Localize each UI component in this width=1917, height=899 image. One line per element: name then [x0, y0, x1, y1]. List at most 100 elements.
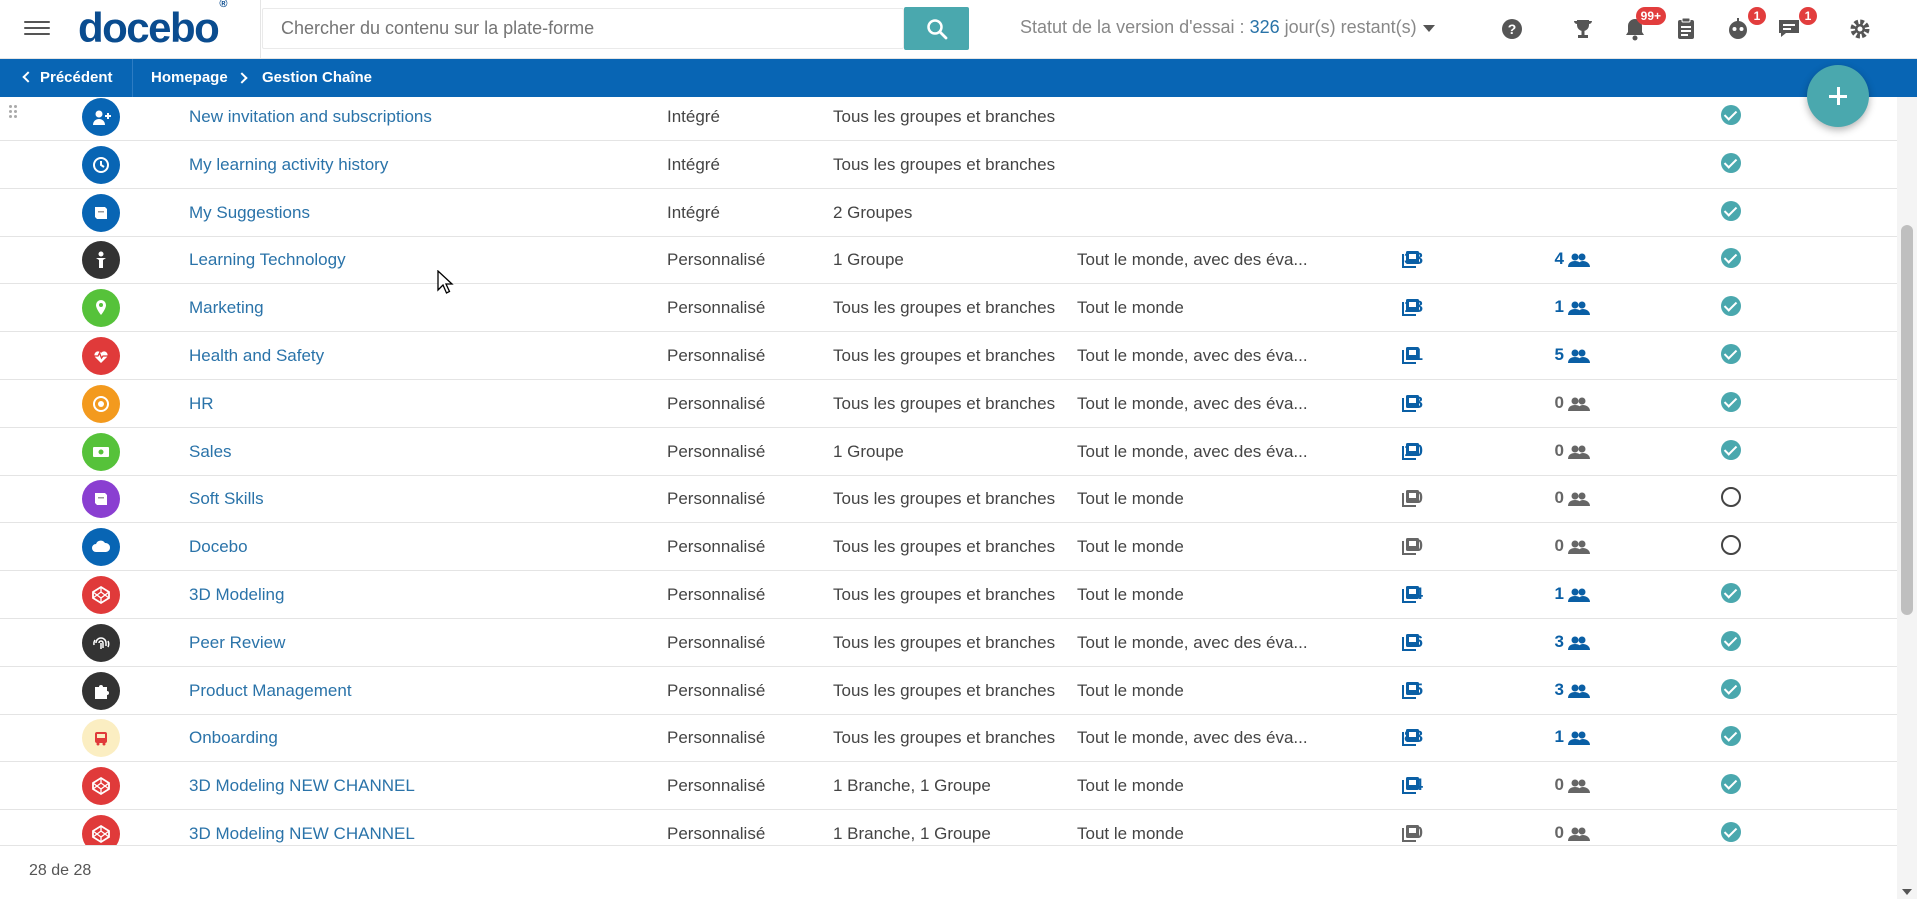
add-channel-button[interactable] — [1807, 65, 1869, 127]
puzzle-icon — [82, 671, 120, 710]
channel-name-link[interactable]: Product Management — [189, 681, 352, 701]
channel-name-link[interactable]: My learning activity history — [189, 155, 388, 175]
help-icon[interactable]: ? — [1498, 15, 1526, 43]
experts-icon — [1568, 396, 1590, 417]
status-active-icon[interactable] — [1721, 296, 1741, 317]
table-row[interactable]: Docebo Personnalisé Tous les groupes et br… — [0, 524, 1897, 572]
channel-name-link[interactable]: Docebo — [189, 537, 248, 557]
status-active-icon[interactable] — [1721, 200, 1741, 221]
gear-icon[interactable] — [1846, 15, 1874, 43]
experts-count[interactable]: 1 — [1494, 297, 1564, 317]
status-active-icon[interactable] — [1721, 774, 1741, 795]
trophy-icon[interactable] — [1569, 15, 1597, 43]
bot-icon[interactable]: 1 — [1724, 7, 1766, 43]
codepen-icon — [82, 576, 120, 614]
table-row[interactable]: Marketing Personnalisé Tous les groupes et… — [0, 285, 1897, 333]
table-row[interactable]: 3D Modeling NEW CHANNEL Personnalisé 1 Bra… — [0, 763, 1897, 811]
menu-icon[interactable] — [24, 17, 50, 41]
experts-count[interactable]: 0 — [1494, 393, 1564, 413]
channel-name-link[interactable]: HR — [189, 394, 214, 414]
status-active-icon[interactable] — [1721, 105, 1741, 125]
logo[interactable]: docebo® — [78, 0, 227, 52]
search-button[interactable] — [904, 7, 969, 50]
channel-audience: Tout le monde, avec des éva... — [1077, 632, 1308, 652]
fingerprint-icon — [82, 623, 120, 662]
table-row[interactable]: My learning activity history Intégré Tous … — [0, 142, 1897, 189]
back-button[interactable]: Précédent — [0, 59, 133, 97]
status-active-icon[interactable] — [1721, 822, 1741, 842]
experts-count[interactable]: 0 — [1494, 441, 1564, 461]
assets-icon — [1402, 394, 1420, 417]
table-row[interactable]: Onboarding Personnalisé Tous les groupes e… — [0, 715, 1897, 763]
status-active-icon[interactable] — [1721, 152, 1741, 173]
channel-type: Personnalisé — [667, 632, 766, 652]
channel-name-link[interactable]: 3D Modeling — [189, 585, 284, 605]
status-active-icon[interactable] — [1721, 630, 1741, 651]
table-row[interactable]: Health and Safety Personnalisé Tous les gr… — [0, 333, 1897, 380]
channel-visibility: Tous les groupes et branches — [833, 632, 1056, 652]
experts-count[interactable]: 1 — [1494, 727, 1564, 747]
status-active-icon[interactable] — [1721, 583, 1741, 603]
table-row[interactable]: Peer Review Personnalisé Tous les groupes … — [0, 620, 1897, 667]
channel-name-link[interactable]: Peer Review — [189, 633, 285, 653]
scrollbar[interactable] — [1897, 97, 1917, 899]
channel-audience: Tout le monde — [1077, 585, 1184, 604]
channel-type: Personnalisé — [667, 824, 766, 843]
table-row[interactable]: Sales Personnalisé 1 Groupe Tout le monde, … — [0, 429, 1897, 476]
table-row[interactable]: Learning Technology Personnalisé 1 Groupe T… — [0, 237, 1897, 285]
channel-visibility: 2 Groupes — [833, 202, 913, 222]
experts-count[interactable]: 4 — [1494, 249, 1564, 269]
experts-count-value: 0 — [1554, 392, 1564, 412]
experts-count[interactable]: 0 — [1494, 488, 1564, 508]
table-row[interactable]: Soft Skills Personnalisé Tous les groupes … — [0, 476, 1897, 524]
channel-name-link[interactable]: New invitation and subscriptions — [189, 107, 432, 127]
experts-count[interactable]: 1 — [1494, 584, 1564, 604]
channel-name-link[interactable]: Learning Technology — [189, 250, 346, 270]
table-row[interactable]: 3D Modeling NEW CHANNEL Personnalisé 1 Bra… — [0, 811, 1897, 845]
person-icon — [82, 241, 120, 280]
experts-count[interactable]: 3 — [1494, 632, 1564, 652]
channel-name-link[interactable]: Marketing — [189, 298, 264, 318]
channel-type: Personnalisé — [667, 346, 766, 365]
status-active-icon[interactable] — [1721, 391, 1741, 412]
table-row[interactable]: Product Management Personnalisé Tous les g… — [0, 668, 1897, 715]
channel-audience: Tout le monde — [1077, 298, 1184, 318]
bell-icon[interactable]: 99+ — [1621, 7, 1666, 43]
experts-count[interactable]: 5 — [1494, 345, 1564, 365]
status-active-icon[interactable] — [1721, 678, 1741, 699]
experts-icon — [1568, 683, 1590, 704]
experts-count[interactable]: 3 — [1494, 680, 1564, 700]
assets-icon — [1402, 824, 1420, 845]
scroll-thumb[interactable] — [1901, 225, 1913, 615]
channel-audience: Tout le monde — [1077, 537, 1184, 557]
channel-name-link[interactable]: My Suggestions — [189, 203, 310, 223]
clipboard-icon[interactable] — [1672, 15, 1700, 43]
status-active-icon[interactable] — [1721, 726, 1741, 747]
experts-count[interactable]: 0 — [1494, 775, 1564, 795]
channel-name-link[interactable]: 3D Modeling NEW CHANNEL — [189, 776, 415, 796]
status-inactive-icon[interactable] — [1721, 487, 1741, 508]
status-inactive-icon[interactable] — [1721, 535, 1741, 556]
drag-handle-icon[interactable] — [9, 105, 19, 121]
channel-name-link[interactable]: Onboarding — [189, 728, 278, 748]
status-active-icon[interactable] — [1721, 248, 1741, 269]
breadcrumb-homepage[interactable]: Homepage — [151, 59, 228, 97]
experts-count[interactable]: 0 — [1494, 823, 1564, 843]
experts-count-value: 0 — [1554, 440, 1564, 460]
table-row[interactable]: My Suggestions Intégré 2 Groupes — [0, 190, 1897, 237]
channel-name-link[interactable]: 3D Modeling NEW CHANNEL — [189, 824, 415, 844]
chevron-down-icon[interactable] — [1422, 24, 1435, 32]
table-row[interactable]: New invitation and subscriptions Intégré T… — [0, 97, 1897, 141]
scroll-down-icon[interactable] — [1902, 889, 1912, 895]
channel-name-link[interactable]: Sales — [189, 442, 232, 462]
status-active-icon[interactable] — [1721, 439, 1741, 460]
table-row[interactable]: HR Personnalisé Tous les groupes et branch… — [0, 381, 1897, 428]
search-input[interactable] — [262, 8, 904, 49]
status-active-icon[interactable] — [1721, 344, 1741, 364]
chat-icon[interactable]: 1 — [1775, 7, 1817, 43]
experts-count[interactable]: 0 — [1494, 536, 1564, 556]
channel-name-link[interactable]: Health and Safety — [189, 346, 324, 366]
channel-type: Personnalisé — [667, 441, 766, 461]
channel-name-link[interactable]: Soft Skills — [189, 489, 264, 509]
table-row[interactable]: 3D Modeling Personnalisé Tous les groupes … — [0, 572, 1897, 619]
